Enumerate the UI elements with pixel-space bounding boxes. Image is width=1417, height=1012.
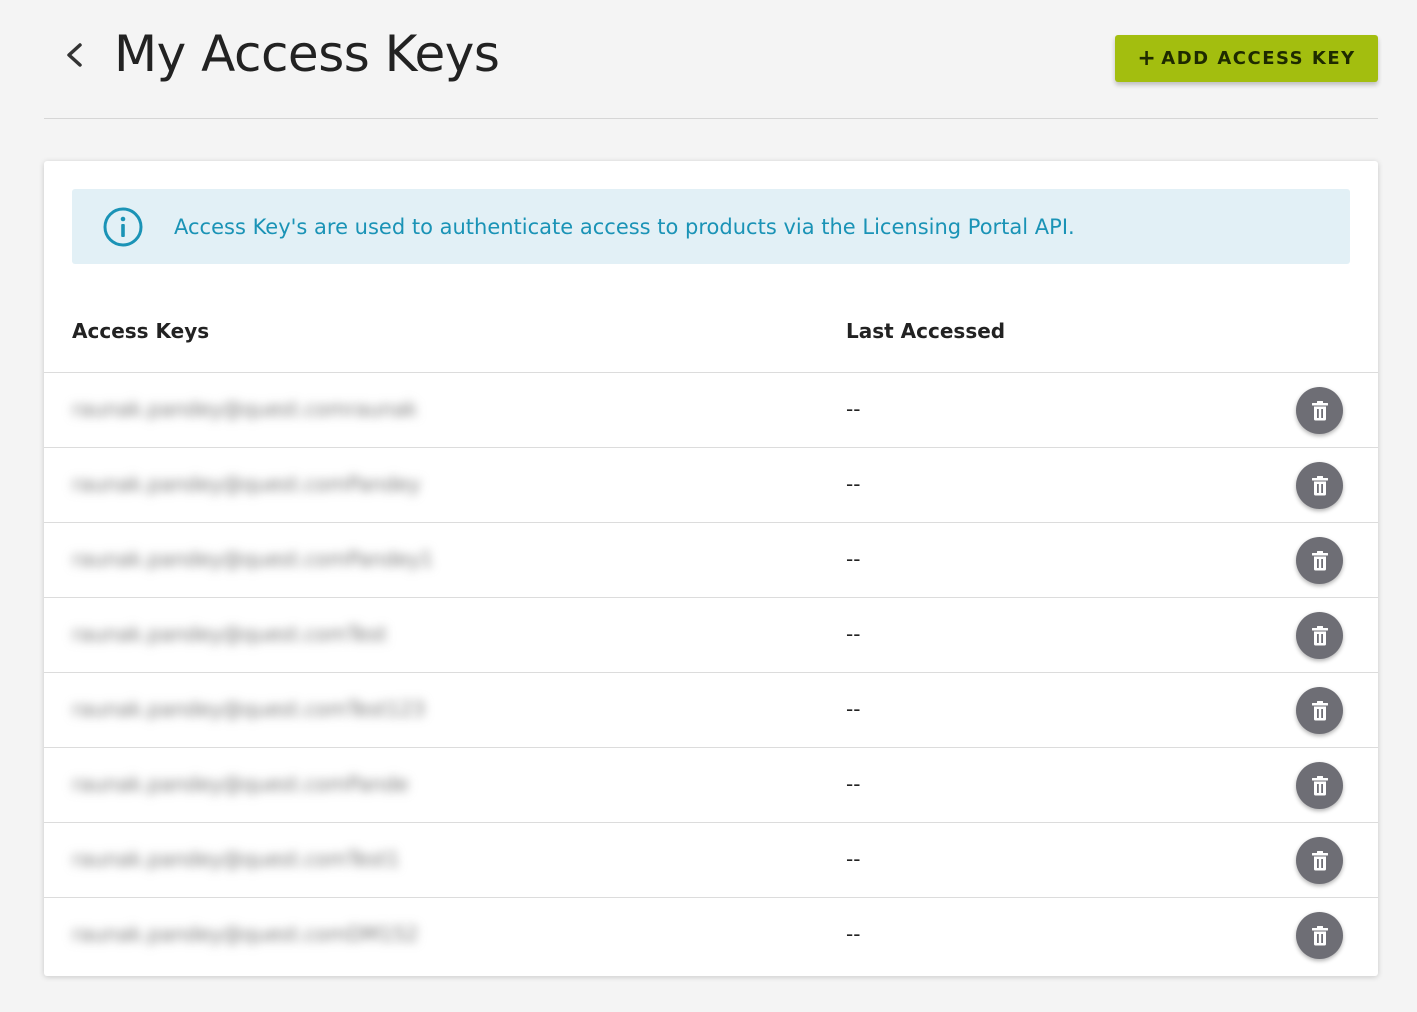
table-row: raunak.pandey@quest.comPandey -- xyxy=(44,448,1378,523)
delete-access-key-button[interactable] xyxy=(1296,687,1343,734)
table-row: raunak.pandey@quest.comTest1 -- xyxy=(44,823,1378,898)
table-row: raunak.pandey@quest.comTest123 -- xyxy=(44,673,1378,748)
info-banner: Access Key's are used to authenticate ac… xyxy=(72,189,1350,264)
last-accessed-value: -- xyxy=(846,772,861,796)
access-key-value: raunak.pandey@quest.comPandey xyxy=(72,472,421,496)
table-row: raunak.pandey@quest.comPande -- xyxy=(44,748,1378,823)
add-access-key-button[interactable]: + ADD ACCESS KEY xyxy=(1115,35,1378,82)
access-key-value: raunak.pandey@quest.comTest xyxy=(72,622,387,646)
plus-icon: + xyxy=(1137,46,1158,71)
last-accessed-value: -- xyxy=(846,697,861,721)
table-row: raunak.pandey@quest.comTest -- xyxy=(44,598,1378,673)
delete-access-key-button[interactable] xyxy=(1296,387,1343,434)
access-keys-table-body: raunak.pandey@quest.comraunak -- raunak.… xyxy=(44,373,1378,972)
trash-icon xyxy=(1311,925,1328,945)
info-banner-text: Access Key's are used to authenticate ac… xyxy=(174,214,1075,239)
last-accessed-value: -- xyxy=(846,847,861,871)
access-key-value: raunak.pandey@quest.comDM152 xyxy=(72,922,419,946)
table-row: raunak.pandey@quest.comraunak -- xyxy=(44,373,1378,448)
trash-icon xyxy=(1311,550,1328,570)
last-accessed-value: -- xyxy=(846,397,861,421)
delete-access-key-button[interactable] xyxy=(1296,537,1343,584)
delete-access-key-button[interactable] xyxy=(1296,912,1343,959)
trash-icon xyxy=(1311,400,1328,420)
access-key-value: raunak.pandey@quest.comTest1 xyxy=(72,847,400,871)
delete-access-key-button[interactable] xyxy=(1296,762,1343,809)
trash-icon xyxy=(1311,625,1328,645)
last-accessed-value: -- xyxy=(846,547,861,571)
page: My Access Keys + ADD ACCESS KEY Access K… xyxy=(0,0,1417,1012)
trash-icon xyxy=(1311,775,1328,795)
add-access-key-label: ADD ACCESS KEY xyxy=(1161,48,1356,69)
last-accessed-value: -- xyxy=(846,922,861,946)
chevron-left-icon xyxy=(67,43,82,67)
table-row: raunak.pandey@quest.comDM152 -- xyxy=(44,898,1378,972)
last-accessed-value: -- xyxy=(846,622,861,646)
delete-access-key-button[interactable] xyxy=(1296,612,1343,659)
info-icon xyxy=(102,206,144,248)
back-button[interactable] xyxy=(60,38,90,72)
column-header-last-accessed: Last Accessed xyxy=(846,319,1006,343)
access-keys-card: Access Key's are used to authenticate ac… xyxy=(44,161,1378,976)
access-key-value: raunak.pandey@quest.comPande xyxy=(72,772,409,796)
delete-access-key-button[interactable] xyxy=(1296,837,1343,884)
trash-icon xyxy=(1311,700,1328,720)
table-row: raunak.pandey@quest.comPandey1 -- xyxy=(44,523,1378,598)
delete-access-key-button[interactable] xyxy=(1296,462,1343,509)
access-key-value: raunak.pandey@quest.comPandey1 xyxy=(72,547,434,571)
access-key-value: raunak.pandey@quest.comraunak xyxy=(72,397,418,421)
trash-icon xyxy=(1311,850,1328,870)
last-accessed-value: -- xyxy=(846,472,861,496)
access-key-value: raunak.pandey@quest.comTest123 xyxy=(72,697,426,721)
column-header-access-keys: Access Keys xyxy=(72,319,210,343)
trash-icon xyxy=(1311,475,1328,495)
table-header: Access Keys Last Accessed xyxy=(44,301,1378,373)
page-header: My Access Keys + ADD ACCESS KEY xyxy=(44,0,1378,119)
page-title: My Access Keys xyxy=(114,25,500,83)
